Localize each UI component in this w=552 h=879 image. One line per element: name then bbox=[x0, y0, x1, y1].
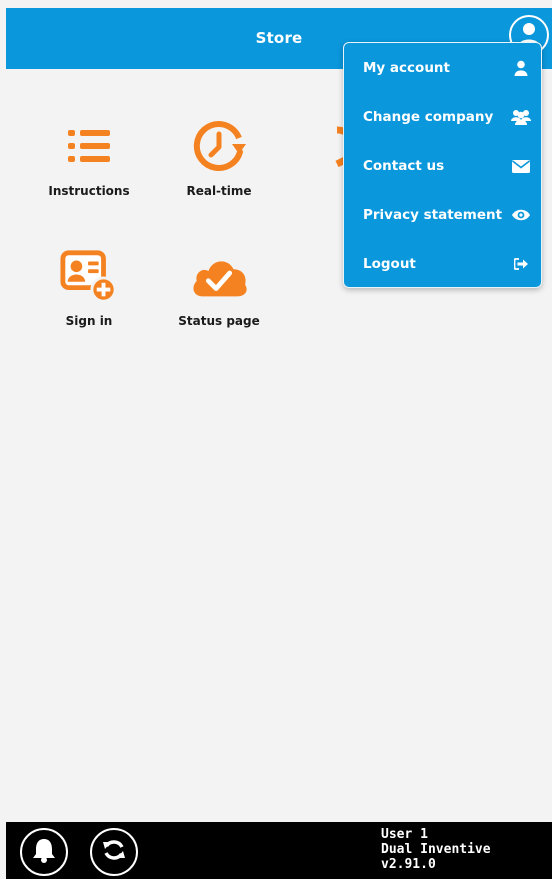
tile-label: Instructions bbox=[48, 184, 130, 198]
sign-out-icon bbox=[511, 254, 531, 274]
id-card-add-icon bbox=[59, 246, 119, 306]
menu-item-privacy-statement[interactable]: Privacy statement bbox=[344, 191, 541, 240]
menu-item-change-company[interactable]: Change company bbox=[344, 93, 541, 142]
tile-label: Sign in bbox=[65, 314, 113, 328]
user-name: User 1 bbox=[381, 827, 428, 842]
company-name: Dual Inventive bbox=[381, 842, 491, 857]
menu-item-label: Privacy statement bbox=[363, 207, 503, 223]
menu-item-logout[interactable]: Logout bbox=[344, 240, 541, 287]
envelope-icon bbox=[511, 156, 531, 176]
notifications-button[interactable] bbox=[20, 828, 68, 876]
tile-label: Real-time bbox=[186, 184, 252, 198]
tile-status-page[interactable]: Status page bbox=[169, 246, 269, 358]
tile-sign-in[interactable]: Sign in bbox=[39, 246, 139, 358]
user-icon bbox=[511, 58, 531, 78]
list-icon bbox=[59, 116, 119, 176]
tile-real-time[interactable]: Real-time bbox=[169, 116, 269, 228]
refresh-button[interactable] bbox=[90, 828, 138, 876]
menu-item-label: Contact us bbox=[363, 158, 445, 174]
app-window: Store Instructions Real-time Sign in Sta… bbox=[0, 0, 552, 879]
bell-icon bbox=[32, 837, 56, 867]
user-info: User 1 Dual Inventive v2.91.0 bbox=[381, 827, 491, 872]
eye-icon bbox=[511, 205, 531, 225]
bottom-bar: User 1 Dual Inventive v2.91.0 bbox=[6, 822, 552, 879]
app-version: v2.91.0 bbox=[381, 857, 436, 872]
menu-item-label: Change company bbox=[363, 109, 494, 125]
users-icon bbox=[511, 107, 531, 127]
menu-item-my-account[interactable]: My account bbox=[344, 44, 541, 93]
cloud-check-icon bbox=[189, 246, 249, 306]
menu-item-contact-us[interactable]: Contact us bbox=[344, 142, 541, 191]
tile-instructions[interactable]: Instructions bbox=[39, 116, 139, 228]
tile-label: Status page bbox=[178, 314, 260, 328]
menu-item-label: Logout bbox=[363, 256, 416, 272]
menu-item-label: My account bbox=[363, 60, 450, 76]
user-dropdown-menu: My account Change company Contact us Pri… bbox=[343, 42, 542, 288]
refresh-icon bbox=[102, 838, 126, 866]
clock-refresh-icon bbox=[189, 116, 249, 176]
